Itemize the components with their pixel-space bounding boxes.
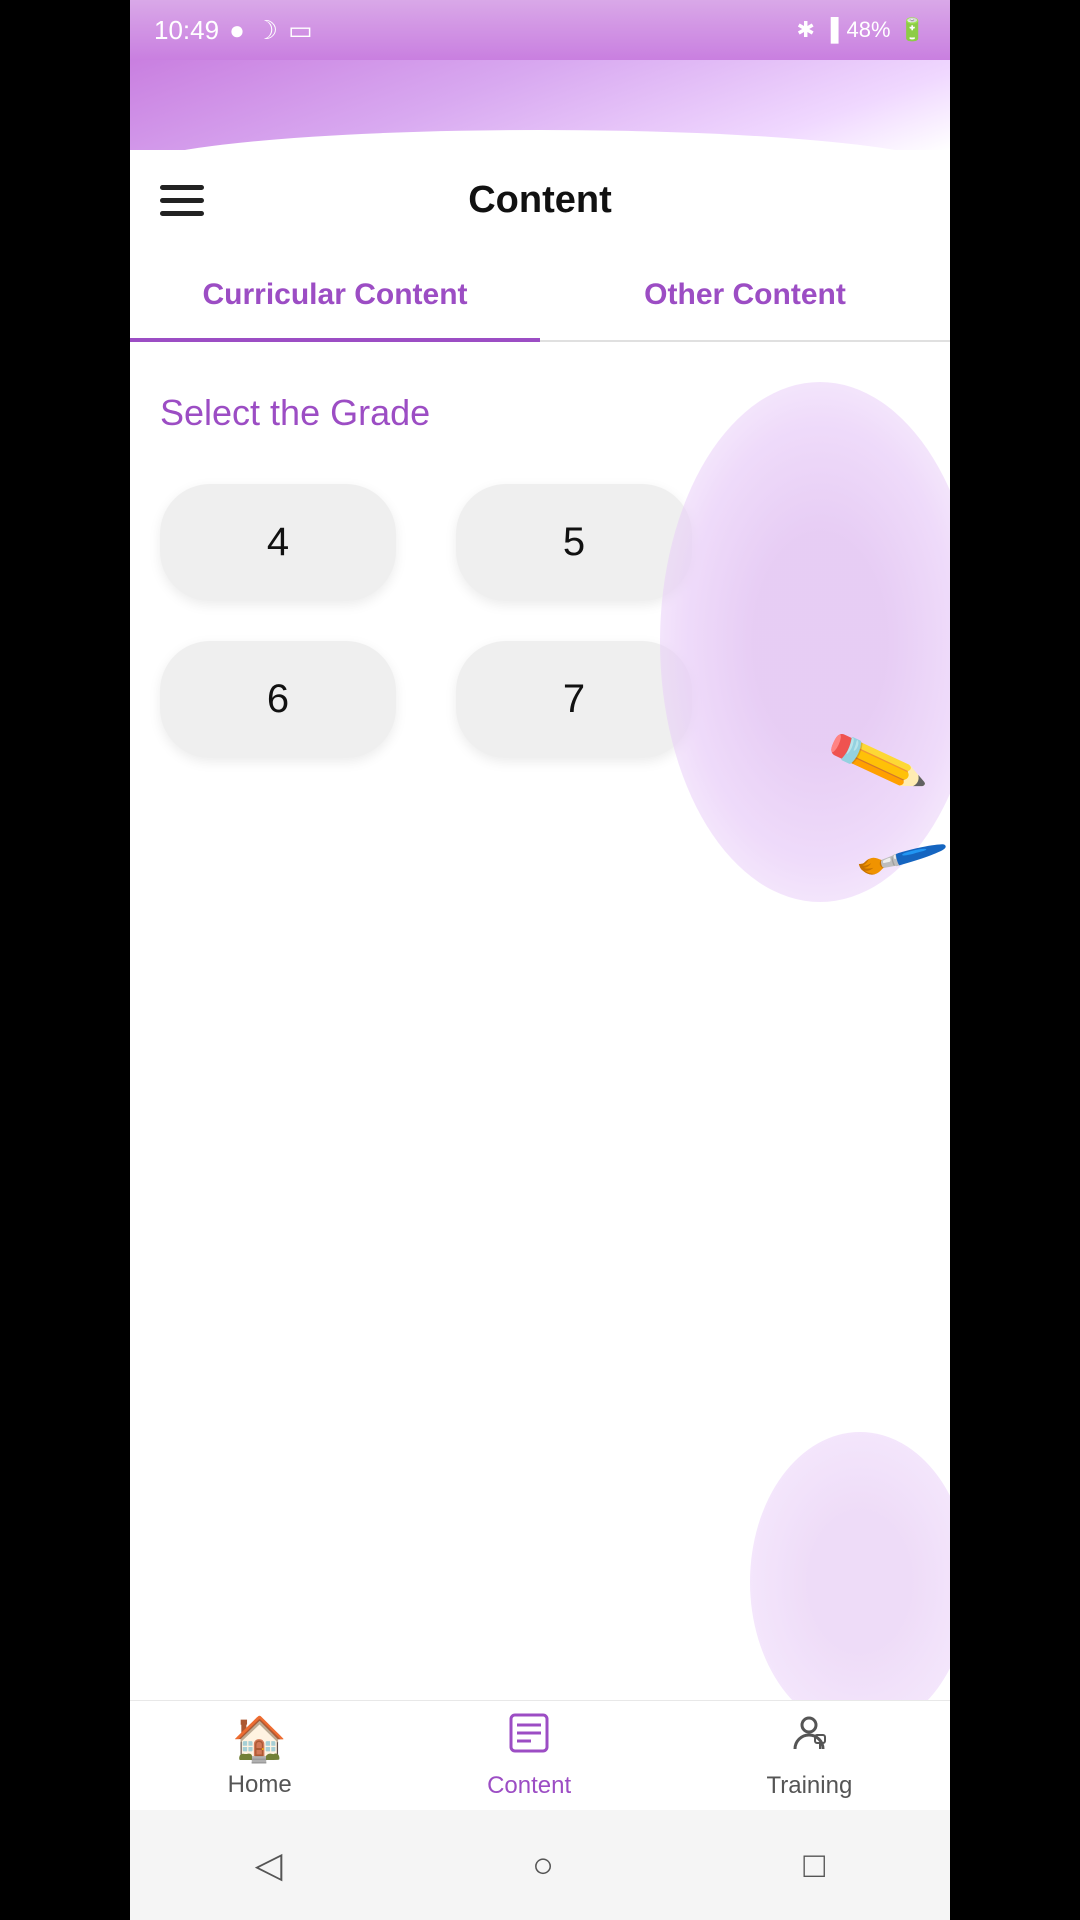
training-icon	[787, 1711, 831, 1766]
android-back-button[interactable]: ◁	[255, 1844, 283, 1886]
nav-training[interactable]: Training	[766, 1711, 852, 1800]
moon-icon: ☽	[255, 15, 278, 46]
battery-icon: 🔋	[899, 17, 926, 43]
bluetooth-icon: ✱	[797, 17, 815, 43]
status-bar: 10:49 ● ☽ ▭ ✱ ▐ 48% 🔋	[130, 0, 950, 60]
nav-training-label: Training	[766, 1772, 852, 1800]
wave-decoration	[130, 60, 950, 150]
grade-button-7[interactable]: 7	[456, 641, 692, 758]
android-nav-bar: ◁ ○ □	[130, 1810, 950, 1920]
battery-display: 48%	[847, 17, 891, 43]
time-display: 10:49	[154, 15, 219, 46]
page-title: Content	[468, 179, 612, 222]
nav-home-label: Home	[228, 1771, 292, 1799]
content-area: ✏️ 🖌️ Select the Grade 4 5 6 7	[130, 342, 950, 1812]
status-time: 10:49 ● ☽ ▭	[154, 15, 313, 46]
nav-home[interactable]: 🏠 Home	[228, 1713, 292, 1799]
grade-button-4[interactable]: 4	[160, 484, 396, 601]
grade-button-5[interactable]: 5	[456, 484, 692, 601]
android-recent-button[interactable]: □	[803, 1844, 825, 1886]
signal-icon: ▐	[823, 17, 839, 43]
content-icon	[507, 1711, 551, 1766]
blob-decoration-2	[750, 1432, 950, 1732]
grade-button-6[interactable]: 6	[160, 641, 396, 758]
nav-content-label: Content	[487, 1772, 571, 1800]
screen-icon: ▭	[288, 15, 313, 46]
tab-curricular[interactable]: Curricular Content	[130, 250, 540, 340]
tab-other[interactable]: Other Content	[540, 250, 950, 340]
whatsapp-icon: ●	[229, 15, 245, 46]
tab-bar: Curricular Content Other Content	[130, 250, 950, 342]
app-header: Content	[130, 150, 950, 250]
menu-button[interactable]	[160, 185, 204, 216]
bottom-nav: 🏠 Home Content	[130, 1700, 950, 1810]
status-indicators: ✱ ▐ 48% 🔋	[797, 17, 926, 43]
grade-grid: 4 5 6 7	[160, 484, 692, 758]
android-home-button[interactable]: ○	[532, 1844, 554, 1886]
nav-content[interactable]: Content	[487, 1711, 571, 1800]
home-icon: 🏠	[232, 1713, 287, 1765]
